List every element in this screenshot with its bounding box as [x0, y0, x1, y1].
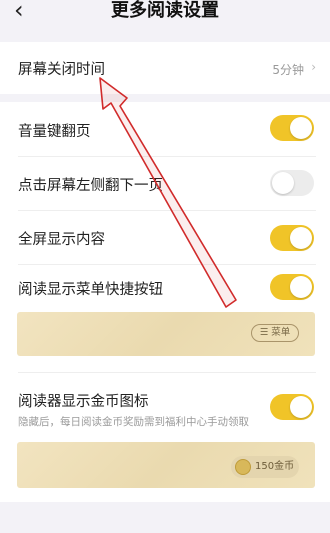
annotation-arrow	[99, 77, 237, 308]
